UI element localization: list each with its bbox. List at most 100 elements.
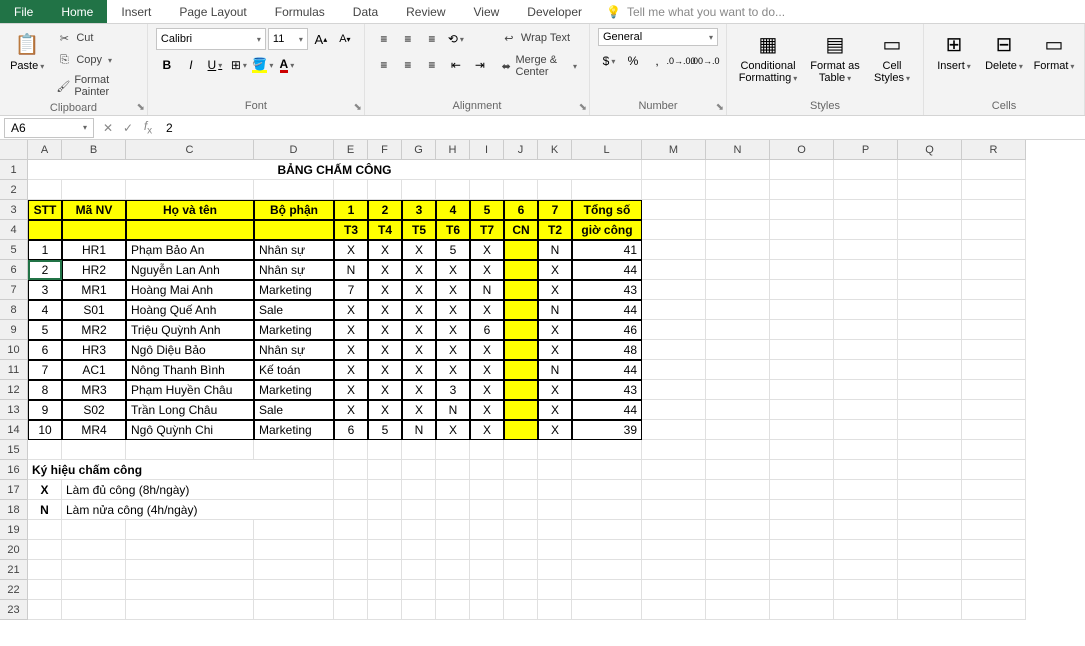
align-right-button[interactable]: ≡ <box>421 54 443 76</box>
cell[interactable]: X <box>402 260 436 280</box>
merge-center-button[interactable]: ⬌Merge & Center▾ <box>497 52 581 80</box>
cell[interactable]: X <box>538 320 572 340</box>
enter-formula-button[interactable]: ✓ <box>118 121 138 135</box>
percent-button[interactable]: % <box>622 50 644 72</box>
cell[interactable] <box>436 520 470 540</box>
cell[interactable]: Sale <box>254 300 334 320</box>
cell[interactable]: X <box>334 340 368 360</box>
column-header[interactable]: G <box>402 140 436 160</box>
dialog-launcher-icon[interactable]: ⬊ <box>579 102 587 113</box>
cell[interactable]: N <box>538 240 572 260</box>
font-size-select[interactable]: 11▾ <box>268 28 308 50</box>
cell[interactable] <box>402 520 436 540</box>
cell[interactable] <box>962 560 1026 580</box>
cell[interactable] <box>436 180 470 200</box>
cell[interactable]: X <box>402 320 436 340</box>
cell[interactable]: Phạm Bảo An <box>126 240 254 260</box>
cell[interactable]: Marketing <box>254 280 334 300</box>
cell[interactable] <box>470 540 504 560</box>
row-header[interactable]: 14 <box>0 420 28 440</box>
cell[interactable]: STT <box>28 200 62 220</box>
cell[interactable] <box>706 160 770 180</box>
cell[interactable]: Kế toán <box>254 360 334 380</box>
cell[interactable] <box>62 600 126 620</box>
cell[interactable] <box>504 180 538 200</box>
cell[interactable] <box>368 580 402 600</box>
cell[interactable] <box>898 200 962 220</box>
tab-data[interactable]: Data <box>339 0 392 23</box>
cell[interactable] <box>538 460 572 480</box>
cell[interactable] <box>538 520 572 540</box>
cell[interactable] <box>436 500 470 520</box>
cell[interactable]: X <box>470 380 504 400</box>
column-header[interactable]: J <box>504 140 538 160</box>
cell[interactable]: X <box>368 260 402 280</box>
cell[interactable]: 4 <box>28 300 62 320</box>
cell[interactable] <box>642 200 706 220</box>
cell[interactable] <box>368 480 402 500</box>
cell[interactable]: X <box>538 340 572 360</box>
cell[interactable]: 2 <box>28 260 62 280</box>
column-header[interactable]: O <box>770 140 834 160</box>
cell[interactable] <box>898 540 962 560</box>
cell[interactable] <box>504 500 538 520</box>
cell[interactable] <box>334 440 368 460</box>
cell[interactable] <box>770 520 834 540</box>
tab-page-layout[interactable]: Page Layout <box>165 0 260 23</box>
cell[interactable] <box>642 560 706 580</box>
cell[interactable] <box>126 220 254 240</box>
cell[interactable]: X <box>436 300 470 320</box>
cell[interactable] <box>770 200 834 220</box>
cell[interactable]: Trần Long Châu <box>126 400 254 420</box>
cut-button[interactable]: ✂Cut <box>52 28 139 48</box>
cell[interactable]: 6 <box>28 340 62 360</box>
cell[interactable] <box>368 600 402 620</box>
cell[interactable] <box>402 180 436 200</box>
row-header[interactable]: 2 <box>0 180 28 200</box>
cell[interactable] <box>706 580 770 600</box>
cell[interactable]: Marketing <box>254 420 334 440</box>
cell[interactable] <box>642 440 706 460</box>
cell[interactable]: Tổng số <box>572 200 642 220</box>
orientation-button[interactable]: ⟲▾ <box>445 28 467 50</box>
cell[interactable]: Triệu Quỳnh Anh <box>126 320 254 340</box>
cell[interactable] <box>706 200 770 220</box>
cell[interactable] <box>962 380 1026 400</box>
tell-me-search[interactable]: 💡Tell me what you want to do... <box>596 0 795 23</box>
tab-view[interactable]: View <box>460 0 514 23</box>
cell[interactable]: MR1 <box>62 280 126 300</box>
cell[interactable] <box>436 580 470 600</box>
column-header[interactable]: C <box>126 140 254 160</box>
cell[interactable] <box>898 420 962 440</box>
cell[interactable] <box>770 300 834 320</box>
cell[interactable] <box>504 320 538 340</box>
row-header[interactable]: 8 <box>0 300 28 320</box>
cell[interactable]: Nhân sự <box>254 260 334 280</box>
cell[interactable] <box>834 540 898 560</box>
cell[interactable]: Hoàng Mai Anh <box>126 280 254 300</box>
cell[interactable] <box>898 160 962 180</box>
cell[interactable]: X <box>368 280 402 300</box>
cell[interactable] <box>898 500 962 520</box>
cell[interactable] <box>470 580 504 600</box>
cell[interactable] <box>28 220 62 240</box>
cell[interactable] <box>898 360 962 380</box>
cell[interactable] <box>62 440 126 460</box>
cell[interactable] <box>770 260 834 280</box>
accounting-button[interactable]: $▾ <box>598 50 620 72</box>
cell[interactable] <box>834 520 898 540</box>
cell[interactable] <box>572 580 642 600</box>
cell[interactable]: X <box>28 480 62 500</box>
cell[interactable]: X <box>402 360 436 380</box>
row-header[interactable]: 7 <box>0 280 28 300</box>
format-cells-button[interactable]: ▭ Format▾ <box>1032 28 1076 74</box>
cell[interactable]: 3 <box>402 200 436 220</box>
cell[interactable] <box>126 580 254 600</box>
cell[interactable]: X <box>470 400 504 420</box>
cell[interactable] <box>470 180 504 200</box>
increase-decimal-button[interactable]: .0→.00 <box>670 50 692 72</box>
cell[interactable] <box>834 480 898 500</box>
cell[interactable] <box>436 560 470 580</box>
cell[interactable]: MR3 <box>62 380 126 400</box>
cell[interactable] <box>898 520 962 540</box>
